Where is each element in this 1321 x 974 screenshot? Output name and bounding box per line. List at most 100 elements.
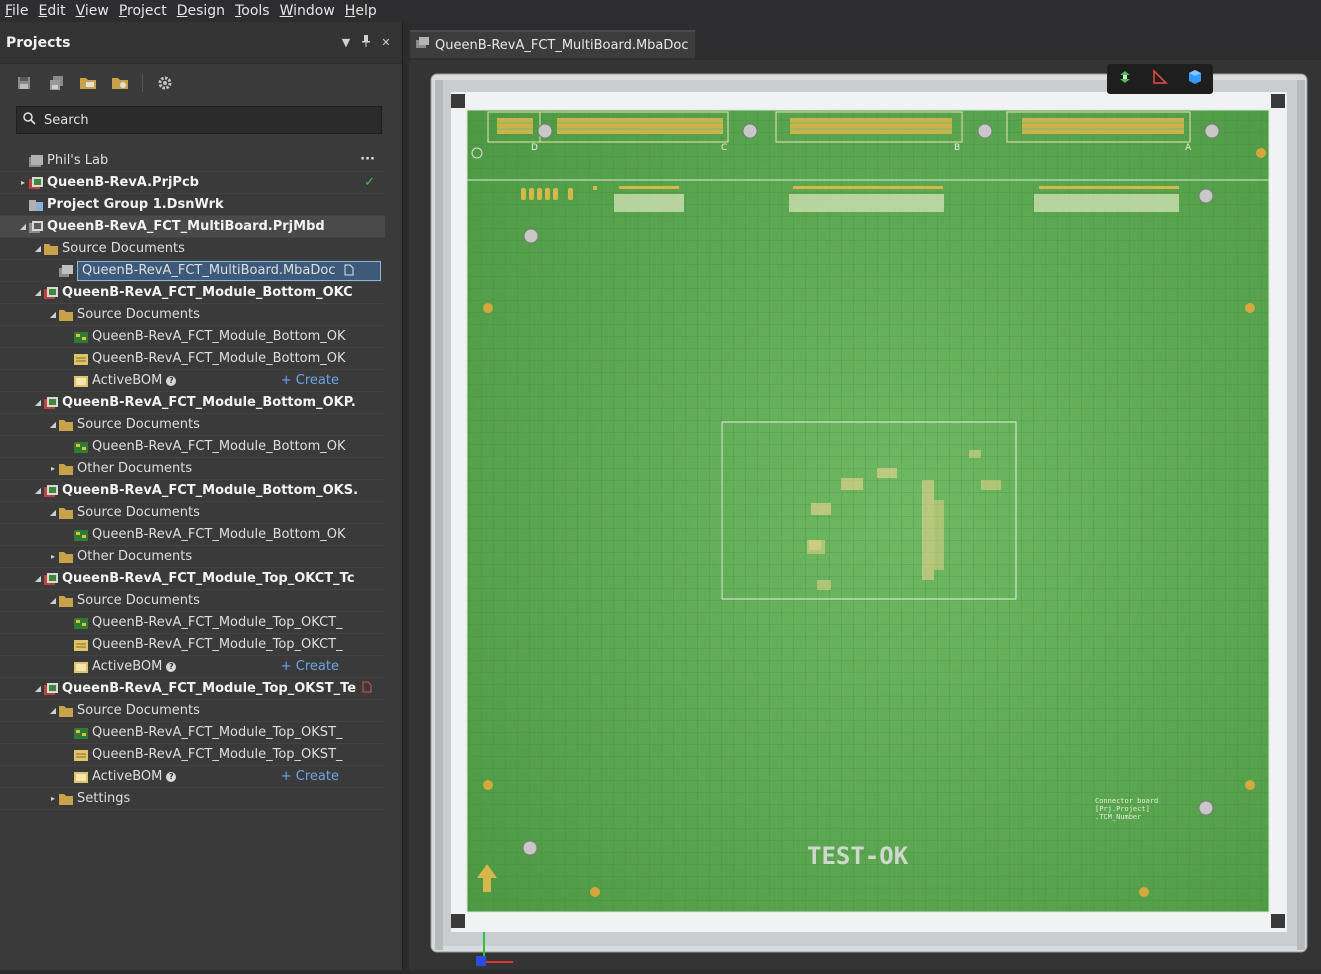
collapse-arrow-icon[interactable]: ◢ — [33, 398, 43, 407]
menu-item-label: ile — [12, 3, 29, 19]
tree-row[interactable]: ◢ QueenB-RevA_FCT_Module_Top_OKCT_Tc — [0, 568, 385, 590]
tree-row[interactable]: QueenB-RevA_FCT_Module_Bottom_OK — [0, 524, 385, 546]
tree-row[interactable]: QueenB-RevA_FCT_Module_Bottom_OK — [0, 326, 385, 348]
collapse-arrow-icon[interactable]: ◢ — [33, 486, 43, 495]
tree-row[interactable]: ◢ QueenB-RevA_FCT_Module_Bottom_OKS. — [0, 480, 385, 502]
tree-row[interactable]: ◢ Source Documents — [0, 700, 385, 722]
folder-icon — [58, 308, 74, 322]
tree-item-label: QueenB-RevA_FCT_Module_Bottom_OKC — [62, 285, 353, 300]
tree-row[interactable]: ▸ Other Documents — [0, 546, 385, 568]
board-note-line-2: [Prj.Project] — [1095, 805, 1150, 813]
open-project-icon[interactable] — [78, 73, 98, 93]
tree-row[interactable]: QueenB-RevA_FCT_MultiBoard.MbaDoc — [0, 260, 385, 282]
tree-row[interactable]: Phil's Lab ··· — [0, 150, 385, 172]
tree-item-label: ActiveBOM — [92, 659, 163, 674]
tree-row[interactable]: ◢ QueenB-RevA_FCT_Module_Bottom_OKC — [0, 282, 385, 304]
search-input[interactable] — [42, 111, 362, 129]
expand-arrow-icon[interactable]: ▸ — [48, 464, 58, 473]
tree-row[interactable]: ▸ Other Documents — [0, 458, 385, 480]
tree-row[interactable]: ◢ Source Documents — [0, 502, 385, 524]
collapse-arrow-icon[interactable]: ◢ — [48, 706, 58, 715]
tree-item-label: QueenB-RevA_FCT_Module_Top_OKCT_Tc — [62, 571, 355, 586]
tree-row[interactable]: QueenB-RevA_FCT_Module_Top_OKCT_ — [0, 634, 385, 656]
menu-item[interactable]: Edit — [33, 0, 70, 22]
tree-item-label: QueenB-RevA_FCT_Module_Bottom_OK — [92, 439, 346, 454]
collapse-arrow-icon[interactable]: ◢ — [33, 574, 43, 583]
menu-item-mnemonic: E — [38, 3, 48, 19]
tree-row[interactable]: QueenB-RevA_FCT_Module_Bottom_OK — [0, 436, 385, 458]
folder-icon — [58, 792, 74, 806]
collapse-arrow-icon[interactable]: ◢ — [48, 420, 58, 429]
collapse-arrow-icon[interactable]: ◢ — [18, 222, 28, 231]
collapse-arrow-icon[interactable]: ◢ — [48, 310, 58, 319]
collapse-arrow-icon[interactable]: ◢ — [48, 508, 58, 517]
create-bom-link[interactable]: + Create — [281, 659, 339, 674]
pin-icon[interactable] — [356, 35, 376, 50]
create-bom-link[interactable]: + Create — [281, 373, 339, 388]
save-icon[interactable] — [14, 73, 34, 93]
measure-icon[interactable] — [1152, 69, 1168, 89]
collapse-arrow-icon[interactable]: ◢ — [33, 684, 43, 693]
menu-item[interactable]: Project — [114, 0, 172, 22]
tree-row[interactable]: ◢ Source Documents — [0, 304, 385, 326]
tree-row[interactable]: QueenB-RevA_FCT_Module_Top_OKCT_ — [0, 612, 385, 634]
tree-item-label: QueenB-RevA_FCT_Module_Bottom_OK — [92, 527, 346, 542]
tree-row[interactable]: ◢ QueenB-RevA_FCT_Module_Top_OKST_Te — [0, 678, 385, 700]
menu-item-mnemonic: F — [5, 3, 13, 19]
menu-item[interactable]: Window — [275, 0, 340, 22]
help-icon[interactable]: ? — [166, 771, 177, 782]
tree-row[interactable]: ActiveBOM? + Create — [0, 766, 385, 788]
tree-row[interactable]: ◢ Source Documents — [0, 590, 385, 612]
board-logo: TEST-OK — [807, 842, 909, 870]
tree-item-label: QueenB-RevA_FCT_Module_Top_OKST_Te — [62, 681, 357, 696]
menu-item[interactable]: Help — [340, 0, 382, 22]
tree-row[interactable]: ◢ Source Documents — [0, 414, 385, 436]
open-folder-icon[interactable] — [110, 73, 130, 93]
tab-multiboard-doc[interactable]: QueenB-RevA_FCT_MultiBoard.MbaDoc — [410, 30, 695, 58]
tree-row[interactable]: ▸ QueenB-RevA.PrjPcb ✓ — [0, 172, 385, 194]
close-icon[interactable]: ✕ — [376, 36, 396, 49]
panel-menu-icon[interactable]: ▼ — [336, 36, 356, 49]
tree-row[interactable]: Project Group 1.DsnWrk — [0, 194, 385, 216]
tree-row[interactable]: ◢ QueenB-RevA_FCT_MultiBoard.PrjMbd — [0, 216, 385, 238]
tree-row[interactable]: QueenB-RevA_FCT_Module_Top_OKST_ — [0, 722, 385, 744]
board-canvas[interactable]: D C B A TEST-OK Connector board [Prj.Pro… — [409, 60, 1321, 970]
menu-item-mnemonic: H — [344, 3, 356, 19]
view-3d-icon[interactable] — [1187, 69, 1203, 89]
tree-item-label: Source Documents — [77, 703, 200, 718]
tree-row[interactable]: ◢ Source Documents — [0, 238, 385, 260]
collapse-arrow-icon[interactable]: ◢ — [48, 596, 58, 605]
expand-arrow-icon[interactable]: ▸ — [18, 178, 28, 187]
menu-item[interactable]: File — [0, 0, 33, 22]
collapse-arrow-icon[interactable]: ◢ — [33, 244, 43, 253]
collapse-arrow-icon[interactable]: ◢ — [33, 288, 43, 297]
tree-item-label: ActiveBOM — [92, 769, 163, 784]
menu-item-mnemonic: D — [176, 3, 188, 19]
help-icon[interactable]: ? — [166, 661, 177, 672]
menu-item[interactable]: Tools — [230, 0, 275, 22]
gear-icon[interactable] — [155, 73, 175, 93]
menu-item[interactable]: Design — [172, 0, 230, 22]
search-box[interactable] — [16, 106, 382, 134]
tree-row[interactable]: ActiveBOM? + Create — [0, 370, 385, 392]
tree-row[interactable]: ActiveBOM? + Create — [0, 656, 385, 678]
layer-toggle-icon[interactable] — [1117, 69, 1133, 89]
create-bom-link[interactable]: + Create — [281, 769, 339, 784]
menu-item[interactable]: View — [71, 0, 114, 22]
pcb-doc-icon — [73, 440, 89, 454]
expand-arrow-icon[interactable]: ▸ — [48, 794, 58, 803]
expand-arrow-icon[interactable]: ▸ — [48, 552, 58, 561]
menu-item-label: ools — [241, 3, 270, 19]
panel-toolbar — [0, 64, 402, 102]
more-options-icon[interactable]: ··· — [360, 152, 375, 167]
help-icon[interactable]: ? — [166, 375, 177, 386]
board-viewport[interactable]: D C B A TEST-OK Connector board [Prj.Pro… — [409, 60, 1321, 970]
tree-row[interactable]: ▸ Settings — [0, 788, 385, 810]
tab-label: QueenB-RevA_FCT_MultiBoard.MbaDoc — [435, 37, 689, 53]
tree-row[interactable]: ◢ QueenB-RevA_FCT_Module_Bottom_OKP. — [0, 392, 385, 414]
save-all-icon[interactable] — [46, 73, 66, 93]
tree-row[interactable]: QueenB-RevA_FCT_Module_Top_OKST_ — [0, 744, 385, 766]
tree-item-label: QueenB-RevA_FCT_Module_Bottom_OKS. — [62, 483, 359, 498]
view-toolbar — [1107, 64, 1213, 94]
tree-row[interactable]: QueenB-RevA_FCT_Module_Bottom_OK — [0, 348, 385, 370]
